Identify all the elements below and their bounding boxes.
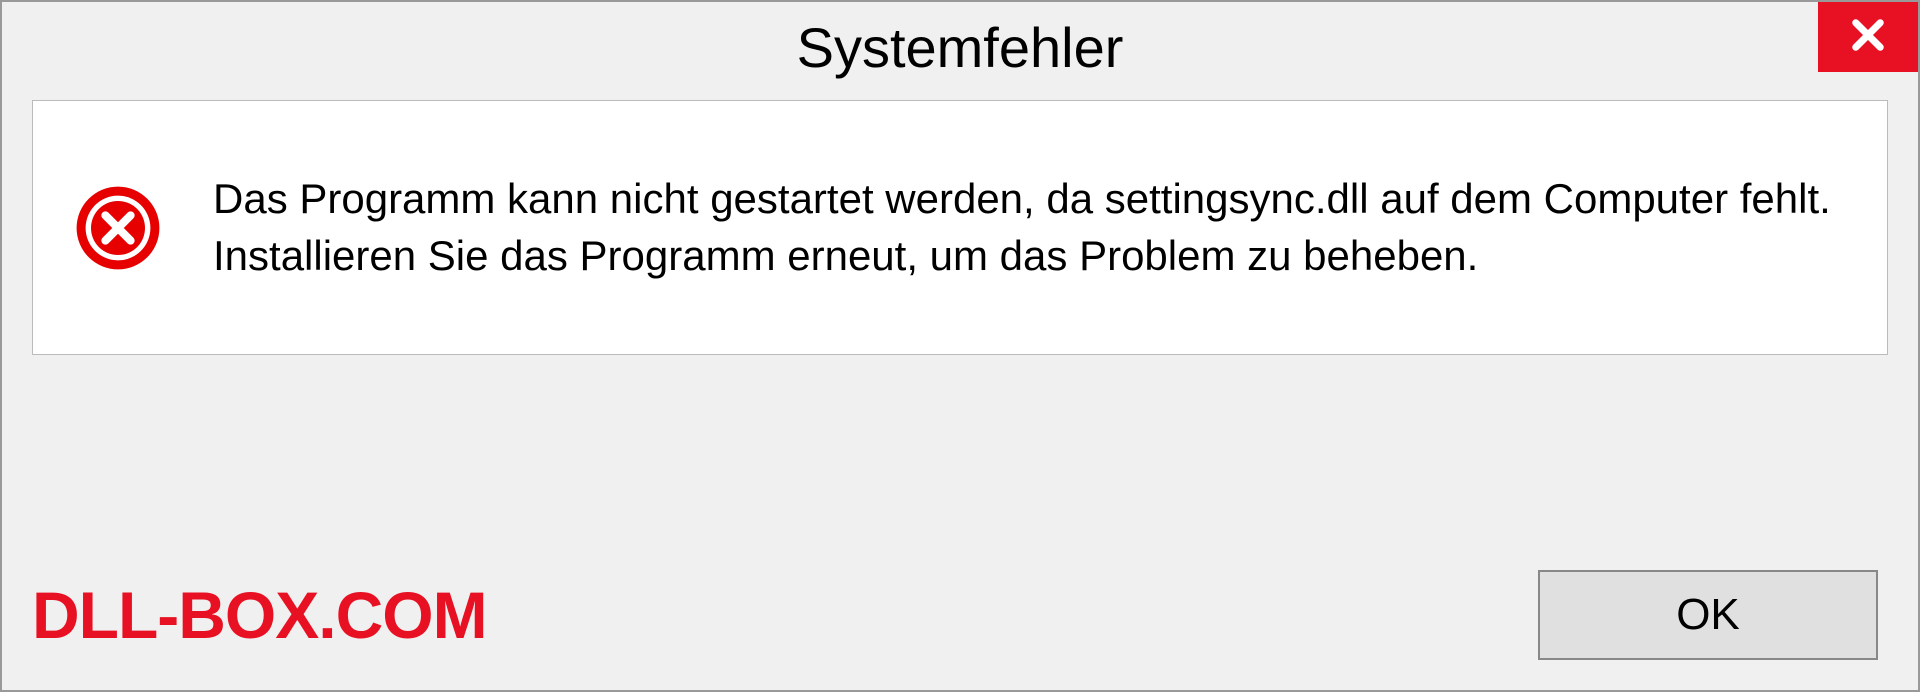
content-area: Das Programm kann nicht gestartet werden… [32, 100, 1888, 355]
close-icon [1847, 14, 1889, 61]
ok-button[interactable]: OK [1538, 570, 1878, 660]
error-message: Das Programm kann nicht gestartet werden… [213, 171, 1837, 284]
dialog-title: Systemfehler [797, 15, 1124, 80]
error-dialog: Systemfehler Das Programm kann nicht ges… [0, 0, 1920, 692]
close-button[interactable] [1818, 2, 1918, 72]
watermark-text: DLL-BOX.COM [32, 577, 487, 653]
error-icon [73, 183, 163, 273]
title-bar: Systemfehler [2, 2, 1918, 92]
footer-area: DLL-BOX.COM OK [2, 540, 1918, 690]
